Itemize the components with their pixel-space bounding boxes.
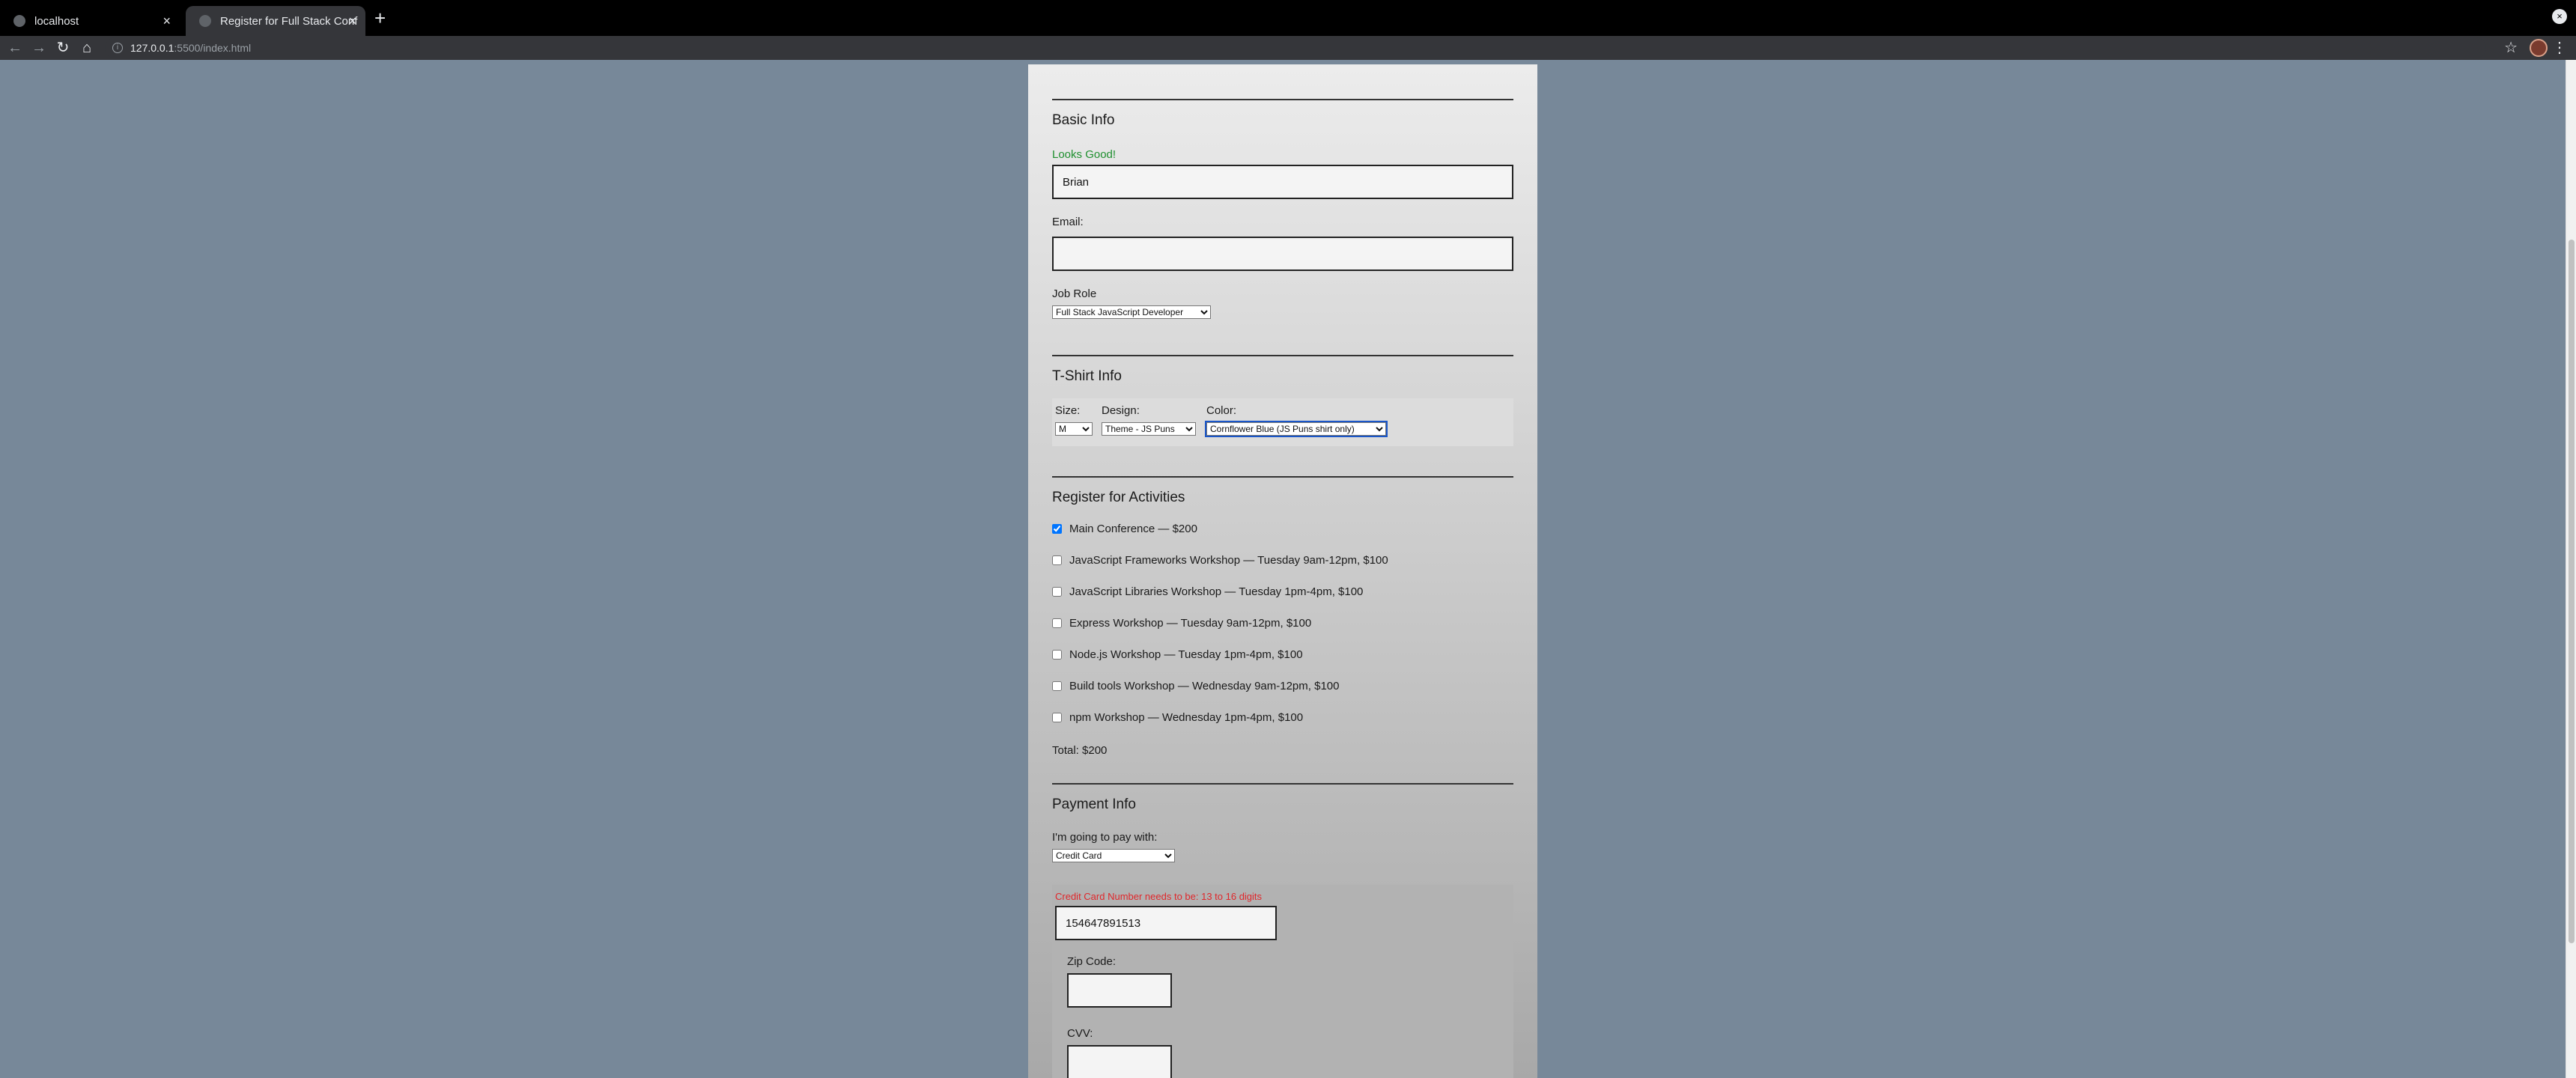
size-select[interactable]: M	[1055, 422, 1093, 436]
close-tab-icon[interactable]: ×	[162, 13, 171, 28]
bookmark-star-icon[interactable]: ☆	[2504, 39, 2518, 57]
activity-label: Express Workshop — Tuesday 9am-12pm, $10…	[1069, 617, 1312, 630]
tab-title: Register for Full Stack Conf	[220, 14, 358, 28]
activity-item[interactable]: JavaScript Libraries Workshop — Tuesday …	[1052, 585, 1363, 598]
new-tab-plus-icon[interactable]: +	[374, 7, 386, 28]
forward-arrow-icon[interactable]: →	[30, 39, 48, 57]
scrollbar-thumb[interactable]	[2569, 240, 2575, 943]
payment-method-label: I'm going to pay with:	[1052, 831, 1158, 844]
page-background: Basic Info Looks Good! Email: Job Role F…	[0, 60, 2576, 1078]
browser-tab-bar: localhost × Register for Full Stack Conf…	[0, 0, 2576, 36]
activity-checkbox[interactable]	[1052, 587, 1062, 597]
section-divider	[1052, 99, 1513, 100]
activity-label: JavaScript Frameworks Workshop — Tuesday…	[1069, 554, 1388, 567]
job-role-select[interactable]: Full Stack JavaScript Developer	[1052, 305, 1211, 319]
activity-item[interactable]: Express Workshop — Tuesday 9am-12pm, $10…	[1052, 617, 1311, 630]
url-host: 127.0.0.1	[130, 42, 174, 54]
back-arrow-icon[interactable]: ←	[6, 39, 24, 57]
payment-info-legend: Payment Info	[1052, 797, 1136, 812]
tab-title: localhost	[34, 14, 79, 28]
activity-label: Node.js Workshop — Tuesday 1pm-4pm, $100	[1069, 648, 1303, 661]
activity-label: Main Conference — $200	[1069, 523, 1197, 535]
activity-checkbox[interactable]	[1052, 713, 1062, 722]
info-icon[interactable]: i	[112, 43, 123, 53]
activity-checkbox[interactable]	[1052, 650, 1062, 660]
tab-register[interactable]: Register for Full Stack Conf ×	[186, 6, 365, 36]
design-label: Design:	[1102, 404, 1140, 417]
registration-form: Basic Info Looks Good! Email: Job Role F…	[1028, 64, 1537, 1078]
address-bar[interactable]: i 127.0.0.1:5500/index.html	[105, 37, 2486, 58]
color-label: Color:	[1206, 404, 1237, 417]
home-icon[interactable]: ⌂	[78, 39, 96, 57]
email-input[interactable]	[1052, 237, 1513, 271]
activity-item[interactable]: Build tools Workshop — Wednesday 9am-12p…	[1052, 680, 1339, 692]
tshirt-info-legend: T-Shirt Info	[1052, 368, 1122, 384]
activity-checkbox[interactable]	[1052, 555, 1062, 565]
zip-input[interactable]	[1067, 973, 1172, 1008]
activities-total: Total: $200	[1052, 744, 1108, 757]
email-label: Email:	[1052, 216, 1084, 228]
url-path: :5500/index.html	[174, 42, 252, 54]
section-divider	[1052, 355, 1513, 356]
cc-error-message: Credit Card Number needs to be: 13 to 16…	[1055, 891, 1263, 902]
globe-icon	[199, 15, 211, 27]
activity-checkbox[interactable]	[1052, 524, 1062, 534]
cvv-input[interactable]	[1067, 1045, 1172, 1078]
name-valid-message: Looks Good!	[1052, 148, 1117, 161]
size-label: Size:	[1055, 404, 1081, 417]
activity-label: JavaScript Libraries Workshop — Tuesday …	[1069, 585, 1364, 598]
section-divider	[1052, 783, 1513, 785]
color-select[interactable]: Cornflower Blue (JS Puns shirt only)	[1205, 421, 1388, 437]
activity-item[interactable]: JavaScript Frameworks Workshop — Tuesday…	[1052, 554, 1388, 567]
activity-item[interactable]: Main Conference — $200	[1052, 523, 1197, 535]
activity-label: npm Workshop — Wednesday 1pm-4pm, $100	[1069, 711, 1304, 724]
basic-info-legend: Basic Info	[1052, 112, 1115, 128]
globe-icon	[13, 15, 25, 27]
design-select[interactable]: Theme - JS Puns	[1102, 422, 1196, 436]
activities-legend: Register for Activities	[1052, 490, 1185, 505]
activity-label: Build tools Workshop — Wednesday 9am-12p…	[1069, 680, 1340, 692]
reload-icon[interactable]: ↻	[54, 39, 72, 57]
activity-item[interactable]: Node.js Workshop — Tuesday 1pm-4pm, $100	[1052, 648, 1303, 661]
payment-method-select[interactable]: Credit Card	[1052, 849, 1175, 862]
cvv-label: CVV:	[1067, 1027, 1093, 1040]
window-close-icon[interactable]: ×	[2552, 9, 2567, 24]
cc-number-input[interactable]	[1055, 906, 1277, 940]
activity-checkbox[interactable]	[1052, 681, 1062, 691]
job-role-label: Job Role	[1052, 287, 1097, 300]
activity-item[interactable]: npm Workshop — Wednesday 1pm-4pm, $100	[1052, 711, 1303, 724]
profile-avatar[interactable]	[2530, 39, 2548, 57]
activity-checkbox[interactable]	[1052, 618, 1062, 628]
close-tab-icon[interactable]: ×	[348, 13, 356, 28]
page-scrollbar[interactable]	[2566, 60, 2576, 1078]
tab-localhost[interactable]: localhost ×	[0, 6, 180, 36]
zip-label: Zip Code:	[1067, 955, 1117, 968]
name-input[interactable]	[1052, 165, 1513, 199]
section-divider	[1052, 476, 1513, 478]
kebab-menu-icon[interactable]: ⋮	[2552, 39, 2567, 57]
browser-toolbar: ← → ↻ ⌂ i 127.0.0.1:5500/index.html ☆ ⋮	[0, 36, 2576, 60]
